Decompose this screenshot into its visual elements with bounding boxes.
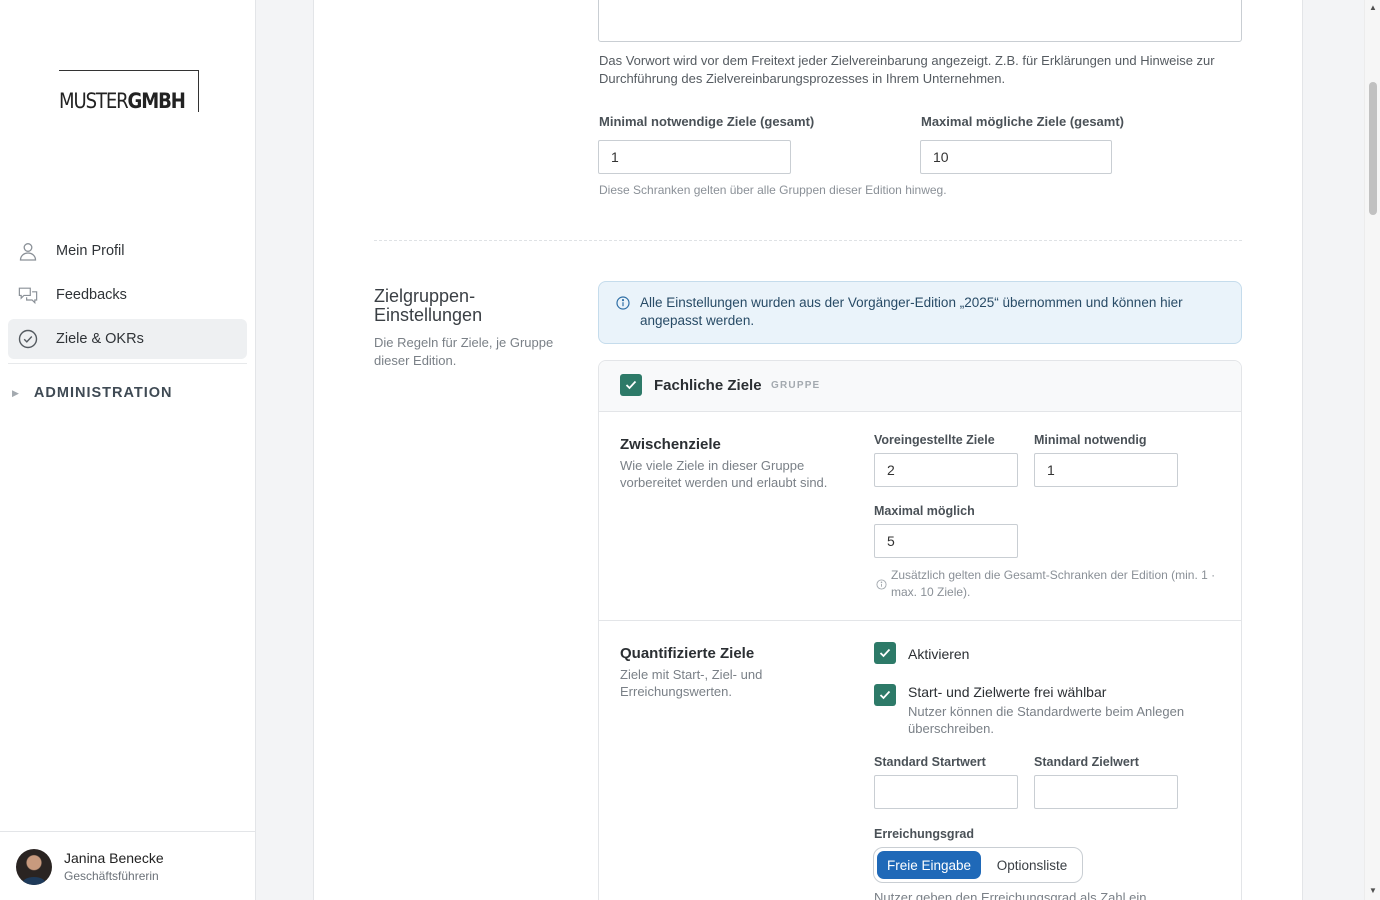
info-banner: Alle Einstellungen wurden aus der Vorgän…: [598, 281, 1242, 344]
sidebar-item-label: Ziele & OKRs: [56, 331, 144, 347]
quant-desc: Ziele mit Start-, Ziel- und Erreichungsw…: [620, 667, 763, 699]
group-max-label: Maximal möglich: [874, 504, 975, 518]
check-icon: [879, 648, 891, 658]
group-title: Fachliche Ziele: [654, 377, 762, 394]
min-goals-label: Minimal notwendige Ziele (gesamt): [599, 114, 815, 129]
user-profile[interactable]: Janina Benecke Geschäftsführerin: [0, 831, 255, 900]
foreword-help: Das Vorwort wird vor dem Freitext jeder …: [599, 53, 1215, 86]
free-values-help: Nutzer können die Standardwerte beim Anl…: [908, 704, 1185, 736]
logo-text: MUSTERGMBH: [59, 89, 186, 113]
target-value-label: Standard Zielwert: [1034, 755, 1139, 769]
degree-toggle: Freie Eingabe Optionsliste: [873, 847, 1083, 883]
foreword-textarea[interactable]: [598, 0, 1242, 42]
quant-title: Quantifizierte Ziele: [620, 645, 755, 662]
check-icon: [879, 690, 891, 700]
activate-checkbox[interactable]: [874, 642, 896, 664]
main-nav: Mein Profil Feedbacks Ziele & OKRs: [8, 231, 247, 363]
scrollbar-thumb[interactable]: [1369, 82, 1377, 215]
section-divider: [374, 240, 1242, 241]
group-min-label: Minimal notwendig: [1034, 433, 1147, 447]
person-icon: [18, 241, 38, 261]
user-name: Janina Benecke: [64, 850, 164, 866]
group-panel: Fachliche Ziele GRUPPE Zwischenziele Wie…: [598, 360, 1242, 900]
check-circle-icon: [18, 329, 38, 349]
degree-option-free[interactable]: Freie Eingabe: [877, 851, 981, 879]
sidebar-item-feedbacks[interactable]: Feedbacks: [8, 275, 247, 315]
free-values-checkbox[interactable]: [874, 684, 896, 706]
min-goals-input[interactable]: 1: [598, 140, 791, 174]
scroll-up-icon[interactable]: ▲: [1369, 3, 1377, 12]
admin-label: ADMINISTRATION: [33, 385, 173, 401]
group-tag: GRUPPE: [771, 380, 821, 391]
max-goals-input[interactable]: 10: [920, 140, 1112, 174]
check-icon: [625, 380, 637, 390]
start-value-input[interactable]: [874, 775, 1018, 809]
group-checkbox[interactable]: [620, 374, 642, 396]
start-value-label: Standard Startwert: [874, 755, 986, 769]
info-text: Alle Einstellungen wurden aus der Vorgän…: [640, 295, 1183, 328]
info-icon: [876, 577, 887, 595]
preset-goals-label: Voreingestellte Ziele: [874, 433, 995, 447]
zwischenziele-desc: Wie viele Ziele in dieser Gruppe vorbere…: [620, 458, 828, 490]
zwischenziele-note: Zusätzlich gelten die Gesamt-Schranken d…: [891, 568, 1216, 599]
max-goals-label: Maximal mögliche Ziele (gesamt): [921, 114, 1125, 129]
nav-divider: [8, 363, 247, 364]
user-role: Geschäftsführerin: [64, 869, 159, 883]
degree-help: Nutzer geben den Erreichungsgrad als Zah…: [874, 890, 1151, 900]
company-logo[interactable]: MUSTERGMBH: [59, 70, 199, 112]
sidebar-item-administration[interactable]: ▶ ADMINISTRATION: [12, 385, 173, 401]
sidebar-item-label: Mein Profil: [56, 243, 125, 259]
row-divider: [599, 620, 1241, 621]
zwischenziele-title: Zwischenziele: [620, 436, 721, 453]
group-header: Fachliche Ziele GRUPPE: [599, 361, 1241, 412]
scroll-down-icon[interactable]: ▼: [1369, 886, 1377, 895]
sidebar-item-label: Feedbacks: [56, 287, 127, 303]
preset-goals-input[interactable]: 2: [874, 453, 1018, 487]
free-values-label: Start- und Zielwerte frei wählbar: [908, 684, 1107, 700]
chevron-right-icon: ▶: [12, 387, 20, 398]
info-icon: [616, 296, 630, 315]
sidebar-item-ziele-okrs[interactable]: Ziele & OKRs: [8, 319, 247, 359]
group-min-input[interactable]: 1: [1034, 453, 1178, 487]
sidebar: MUSTERGMBH Mein Profil Feedbacks Ziele &…: [0, 0, 256, 900]
limits-help: Diese Schranken gelten über alle Gruppen…: [599, 183, 947, 197]
vertical-scrollbar[interactable]: ▲ ▼: [1364, 0, 1380, 900]
chat-bubbles-icon: [18, 285, 38, 305]
target-value-input[interactable]: [1034, 775, 1178, 809]
section-title: Zielgruppen-Einstellungen: [374, 286, 483, 325]
group-max-input[interactable]: 5: [874, 524, 1018, 558]
sidebar-item-mein-profil[interactable]: Mein Profil: [8, 231, 247, 271]
activate-label: Aktivieren: [908, 646, 970, 662]
degree-option-list[interactable]: Optionsliste: [984, 851, 1080, 879]
section-description: Die Regeln für Ziele, je Gruppe dieser E…: [374, 335, 554, 368]
degree-label: Erreichungsgrad: [874, 827, 975, 841]
avatar: [16, 849, 52, 885]
